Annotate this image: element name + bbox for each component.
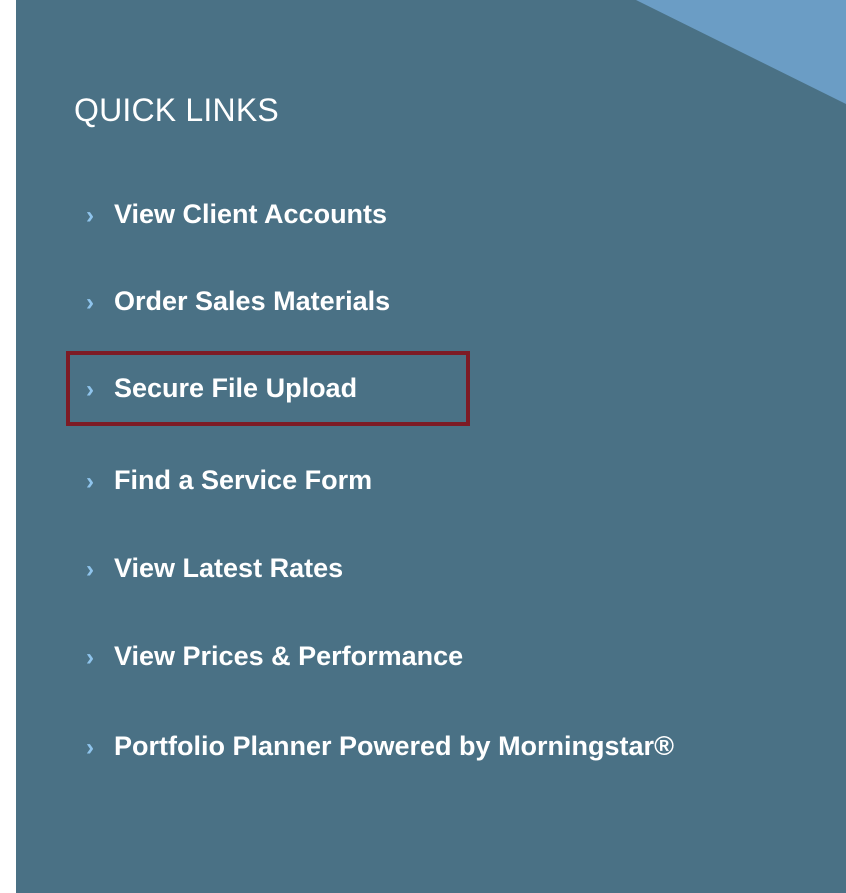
- quick-links-heading: QUICK LINKS: [74, 92, 279, 128]
- quick-links-panel: QUICK LINKS › View Client Accounts › Order…: [16, 0, 846, 893]
- link-order-sales-materials[interactable]: › Order Sales Materials: [86, 276, 726, 328]
- chevron-right-icon: ›: [86, 202, 94, 229]
- chevron-right-icon: ›: [86, 734, 94, 761]
- link-portfolio-planner[interactable]: › Portfolio Planner Powered by Morningsta…: [86, 723, 706, 771]
- chevron-right-icon: ›: [86, 468, 94, 495]
- link-find-service-form[interactable]: › Find a Service Form: [86, 455, 726, 507]
- link-label: Portfolio Planner Powered by Morningstar…: [114, 731, 674, 761]
- chevron-right-icon: ›: [86, 556, 94, 583]
- link-secure-file-upload[interactable]: › Secure File Upload: [86, 363, 726, 415]
- link-view-prices-performance[interactable]: › View Prices & Performance: [86, 631, 726, 683]
- corner-accent-shape: [636, 0, 846, 104]
- link-label: View Prices & Performance: [114, 641, 464, 671]
- chevron-right-icon: ›: [86, 376, 94, 403]
- link-label: Secure File Upload: [114, 373, 358, 403]
- link-label: Order Sales Materials: [114, 286, 391, 316]
- chevron-right-icon: ›: [86, 289, 94, 316]
- link-label: View Client Accounts: [114, 199, 388, 229]
- link-label: Find a Service Form: [114, 465, 373, 495]
- link-view-latest-rates[interactable]: › View Latest Rates: [86, 543, 726, 595]
- chevron-right-icon: ›: [86, 644, 94, 671]
- link-label: View Latest Rates: [114, 553, 344, 583]
- link-view-client-accounts[interactable]: › View Client Accounts: [86, 189, 726, 241]
